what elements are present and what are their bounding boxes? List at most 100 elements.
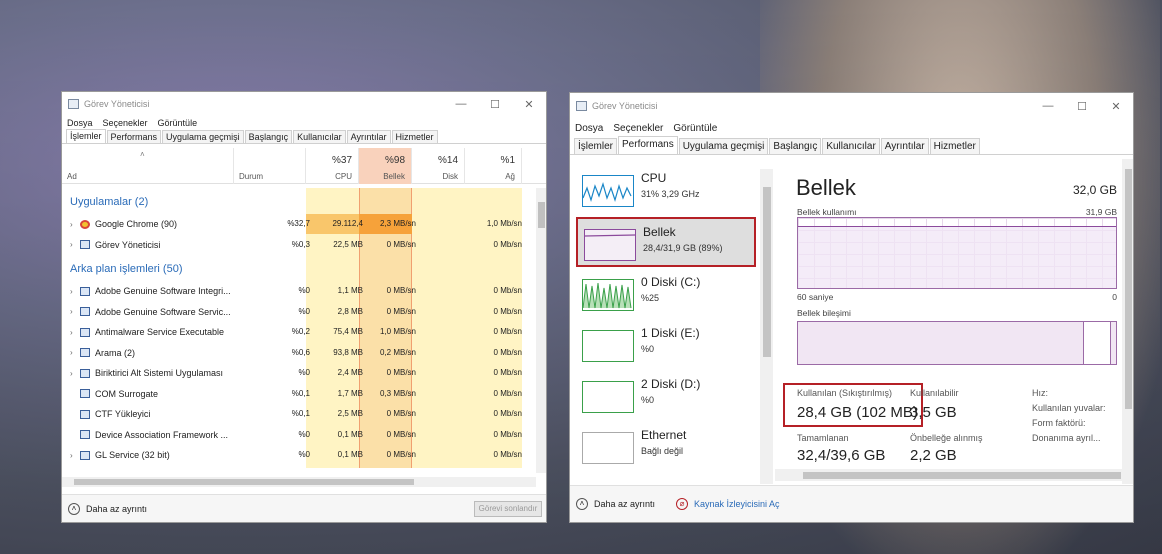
tab-bar: İşlemler Performans Uygulama geçmişi Baş… xyxy=(570,136,1133,155)
table-row[interactable]: COM Surrogate %0,1 1,7 MB 0,3 MB/sn 0 Mb/sn xyxy=(62,384,536,405)
table-row[interactable]: › Adobe Genuine Software Servic... %0 2,8 M… xyxy=(62,302,536,323)
row-name: CTF Yükleyici xyxy=(70,409,150,419)
column-disk[interactable]: %14 Disk xyxy=(412,148,465,184)
menu-file[interactable]: Dosya xyxy=(575,123,603,134)
chevron-right-icon[interactable]: › xyxy=(70,328,80,337)
task-manager-window-processes: Görev Yöneticisi — ☐ ✕ Dosya Seçenekler … xyxy=(61,91,547,523)
tab-processes[interactable]: İşlemler xyxy=(574,138,618,154)
table-row[interactable]: Device Association Framework ... %0 0,1 MB… xyxy=(62,425,536,446)
performance-sidebar: CPU 31% 3,29 GHz Bellek 28,4/31,9 GB (89… xyxy=(570,163,775,481)
sidebar-item-memory[interactable]: Bellek 28,4/31,9 GB (89%) xyxy=(576,217,756,267)
tab-app-history[interactable]: Uygulama geçmişi xyxy=(678,138,769,154)
tab-performance[interactable]: Performans xyxy=(106,130,162,143)
end-task-button[interactable]: Görevi sonlandır xyxy=(474,501,542,517)
menu-file[interactable]: Dosya xyxy=(67,118,93,128)
row-name-label: COM Surrogate xyxy=(95,388,159,399)
vertical-scrollbar[interactable] xyxy=(536,188,546,473)
process-icon xyxy=(80,368,90,378)
process-icon xyxy=(80,389,90,398)
usage-max: 31,9 GB xyxy=(1085,207,1117,217)
tab-users[interactable]: Kullanıcılar xyxy=(293,130,346,143)
horizontal-scrollbar[interactable] xyxy=(62,477,536,487)
chevron-right-icon[interactable]: › xyxy=(70,348,80,357)
cell-disk: 1,0 MB/sn xyxy=(379,327,416,336)
close-button[interactable]: ✕ xyxy=(512,98,546,111)
maximize-button[interactable]: ☐ xyxy=(1065,100,1099,113)
tab-startup[interactable]: Başlangıç xyxy=(769,138,822,154)
scroll-thumb[interactable] xyxy=(763,187,771,357)
sidebar-disk1-sub: %0 xyxy=(641,344,655,354)
tab-performance[interactable]: Performans xyxy=(618,136,678,154)
column-network-pct: %1 xyxy=(500,155,515,166)
cell-cpu: %0 xyxy=(298,286,310,295)
table-row[interactable]: › Görev Yöneticisi %0,3 22,5 MB 0 MB/sn 0 Mb/… xyxy=(62,235,536,256)
scroll-thumb[interactable] xyxy=(1125,169,1132,409)
tab-details[interactable]: Ayrıntılar xyxy=(346,130,391,143)
tab-services[interactable]: Hizmetler xyxy=(929,138,980,154)
table-row[interactable]: CTF Yükleyici %0,1 2,5 MB 0 MB/sn 0 Mb/sn xyxy=(62,404,536,425)
available-value: 3,5 GB xyxy=(910,404,957,421)
disk0-sparkline xyxy=(583,282,632,309)
footer: ˄ Daha az ayrıntı Görevi sonlandır xyxy=(62,494,546,522)
cell-cpu: %0 xyxy=(298,450,310,459)
sidebar-item-cpu[interactable]: CPU 31% 3,29 GHz xyxy=(576,165,756,215)
menu-options[interactable]: Seçenekler xyxy=(613,123,663,134)
sidebar-item-disk1[interactable]: 1 Diski (E:) %0 xyxy=(576,320,756,370)
chevron-right-icon[interactable]: › xyxy=(70,307,80,316)
chevron-right-icon[interactable]: › xyxy=(70,451,80,460)
menu-view[interactable]: Görüntüle xyxy=(158,118,198,128)
chevron-right-icon[interactable]: › xyxy=(70,220,80,229)
maximize-button[interactable]: ☐ xyxy=(478,98,512,111)
table-row[interactable]: › GL Service (32 bit) %0 0,1 MB 0 MB/sn 0 Mb/… xyxy=(62,445,536,466)
minimize-button[interactable]: — xyxy=(1031,100,1065,113)
tab-services[interactable]: Hizmetler xyxy=(391,130,438,143)
cell-cpu: %0 xyxy=(298,429,310,439)
window-controls: — ☐ ✕ xyxy=(444,98,546,111)
table-row[interactable]: › Adobe Genuine Software Integri... %0 1,1 … xyxy=(62,281,536,302)
tab-users[interactable]: Kullanıcılar xyxy=(822,138,880,154)
chevron-right-icon[interactable]: › xyxy=(70,240,80,249)
table-row[interactable]: › Arama (2) %0,6 93,8 MB 0,2 MB/sn 0 Mb/sn xyxy=(62,343,536,364)
scroll-thumb[interactable] xyxy=(803,472,1121,479)
column-cpu[interactable]: %37 CPU xyxy=(306,148,359,184)
column-network-label: Ağ xyxy=(505,172,515,181)
page-title: Bellek xyxy=(796,175,856,200)
open-resource-monitor-link[interactable]: ⌀ Kaynak İzleyicisini Aç xyxy=(676,498,780,510)
minimize-button[interactable]: — xyxy=(444,98,478,111)
table-row[interactable]: › Antimalware Service Executable %0,2 75,4 … xyxy=(62,322,536,343)
table-row[interactable]: › Google Chrome (90) %32,7 29.112,4 2,3 MB/s… xyxy=(62,214,536,235)
sidebar-item-disk0[interactable]: 0 Diski (C:) %25 xyxy=(576,269,756,319)
chevron-right-icon[interactable]: › xyxy=(70,369,80,378)
main-vertical-scrollbar[interactable] xyxy=(1122,159,1133,484)
cell-disk: 0 MB/sn xyxy=(386,450,416,459)
menu-options[interactable]: Seçenekler xyxy=(103,118,148,128)
scroll-thumb[interactable] xyxy=(538,202,545,228)
sidebar-disk2-sub: %0 xyxy=(641,395,655,405)
tab-processes[interactable]: İşlemler xyxy=(66,129,106,143)
sidebar-item-ethernet[interactable]: Ethernet Bağlı değil xyxy=(576,422,756,472)
tab-details[interactable]: Ayrıntılar xyxy=(880,138,929,154)
fewer-details-button[interactable]: ˄ Daha az ayrıntı xyxy=(576,498,655,510)
cell-memory: 0,1 MB xyxy=(337,450,363,459)
fewer-details-button[interactable]: ˄ Daha az ayrıntı xyxy=(68,503,147,515)
close-button[interactable]: ✕ xyxy=(1099,100,1133,113)
cell-disk: 0 MB/sn xyxy=(386,286,416,295)
column-cpu-pct: %37 xyxy=(331,155,352,166)
process-icon xyxy=(80,348,90,357)
scroll-thumb[interactable] xyxy=(74,479,414,485)
tab-app-history[interactable]: Uygulama geçmişi xyxy=(162,130,244,143)
column-memory[interactable]: %98 Bellek xyxy=(359,148,412,184)
tab-startup[interactable]: Başlangıç xyxy=(244,130,293,143)
memory-sparkline xyxy=(585,234,635,237)
column-name[interactable]: ˄ Ad xyxy=(62,148,234,184)
sidebar-scrollbar[interactable] xyxy=(760,169,773,484)
row-name: › Google Chrome (90) xyxy=(70,219,177,229)
sidebar-item-disk2[interactable]: 2 Diski (D:) %0 xyxy=(576,371,756,421)
cell-cpu: %0 xyxy=(298,368,310,377)
table-row[interactable]: › Biriktirici Alt Sistemi Uygulaması %0 2,4… xyxy=(62,363,536,384)
chevron-right-icon[interactable]: › xyxy=(70,287,80,296)
column-status[interactable]: Durum xyxy=(234,148,306,184)
main-horizontal-scrollbar[interactable] xyxy=(775,469,1125,481)
menu-view[interactable]: Görüntüle xyxy=(673,123,717,134)
column-network[interactable]: %1 Ağ xyxy=(465,148,522,184)
